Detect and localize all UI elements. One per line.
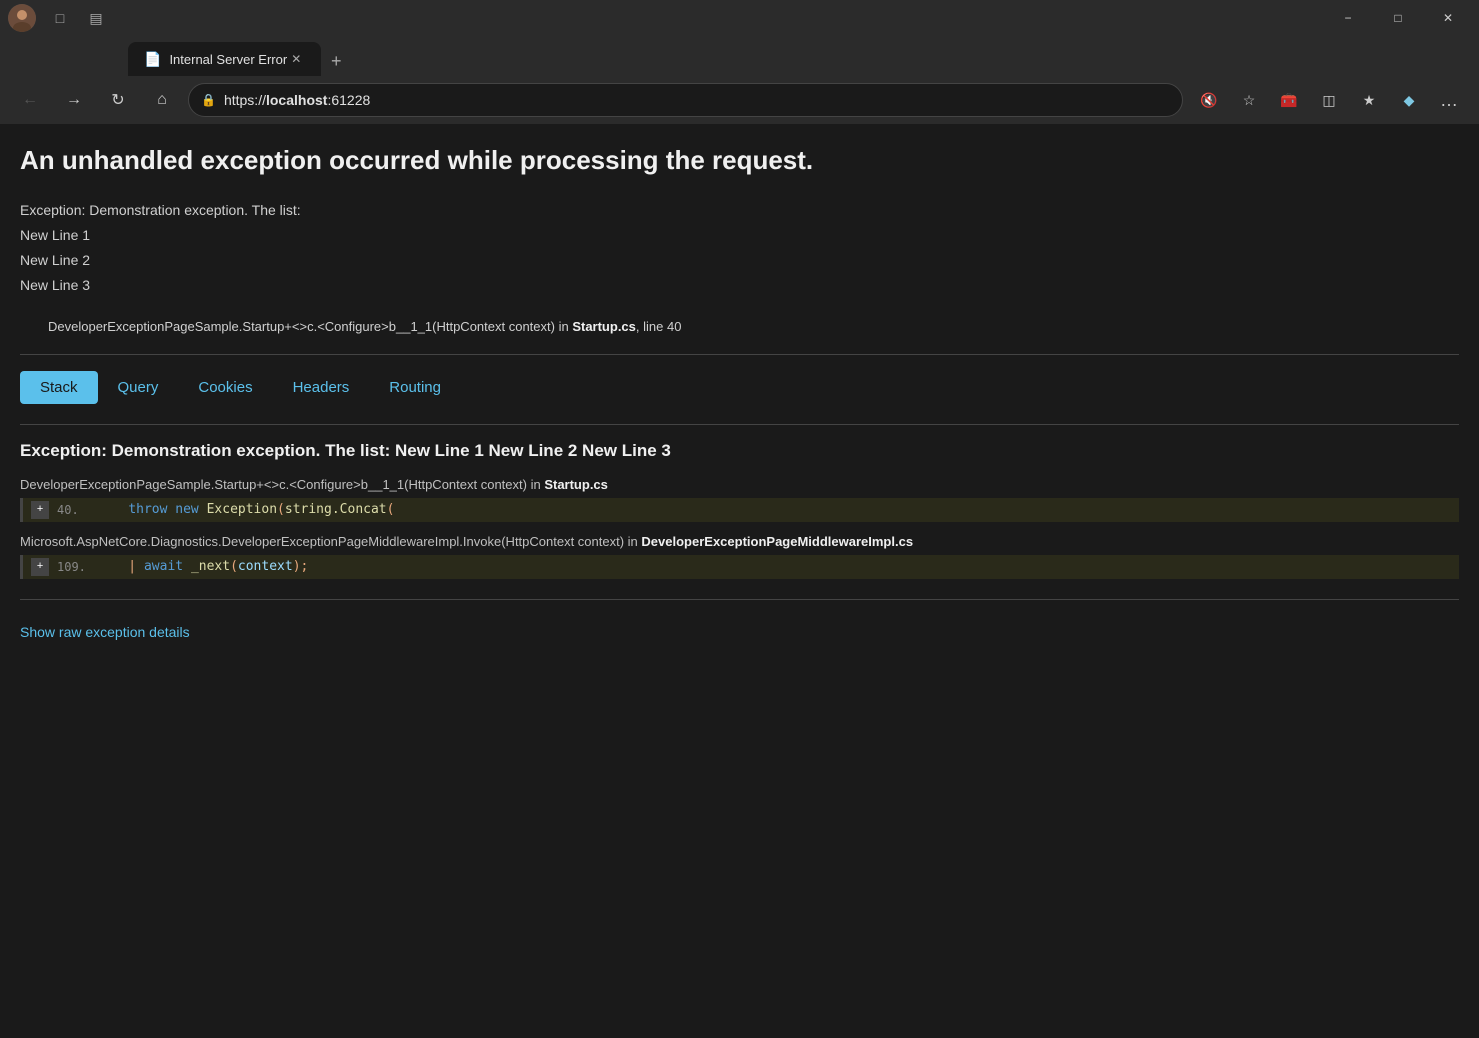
show-raw-exception-link[interactable]: Show raw exception details bbox=[20, 624, 190, 640]
stack-exception-title: Exception: Demonstration exception. The … bbox=[20, 441, 1459, 461]
fn-concat: string.Concat bbox=[285, 502, 387, 517]
more-button[interactable]: … bbox=[1431, 82, 1467, 118]
url-port: :61228 bbox=[327, 92, 370, 108]
code-line-2: + 109. | await _next(context); bbox=[23, 555, 1459, 579]
keyword-await: await bbox=[144, 559, 183, 574]
main-heading: An unhandled exception occurred while pr… bbox=[20, 144, 1459, 178]
copilot-button[interactable]: ◆ bbox=[1391, 82, 1427, 118]
stack-frame-2-header: Microsoft.AspNetCore.Diagnostics.Develop… bbox=[20, 530, 1459, 551]
tab-bar: 📄 Internal Server Error ✕ + bbox=[0, 36, 1479, 76]
back-button[interactable]: ← bbox=[12, 82, 48, 118]
maximize-button[interactable]: □ bbox=[1375, 2, 1421, 34]
extensions-button[interactable]: 🧰 bbox=[1271, 82, 1307, 118]
exception-line-2: New Line 2 bbox=[20, 248, 1459, 273]
code-line-num-1: 40. bbox=[57, 503, 97, 517]
stack-frame-2: Microsoft.AspNetCore.Diagnostics.Develop… bbox=[20, 530, 1459, 579]
code-line-1: + 40. throw new Exception(string.Concat( bbox=[23, 498, 1459, 522]
forward-button[interactable]: → bbox=[56, 82, 92, 118]
code-line-num-2: 109. bbox=[57, 560, 97, 574]
avatar bbox=[8, 4, 36, 32]
page-icon: 📄 bbox=[144, 51, 161, 68]
stack-frame-1-location: DeveloperExceptionPageSample.Startup+<>c… bbox=[20, 477, 544, 492]
nav-bar: ← → ↻ ⌂ 🔒 https://localhost:61228 🔇 ☆ 🧰 … bbox=[0, 76, 1479, 124]
exception-line-number: line 40 bbox=[643, 319, 681, 334]
new-tab-button[interactable]: + bbox=[321, 46, 351, 76]
divider-1 bbox=[20, 354, 1459, 355]
favorites-button[interactable]: ☆ bbox=[1231, 82, 1267, 118]
url-host: localhost bbox=[266, 92, 327, 108]
url-text: https://localhost:61228 bbox=[224, 92, 370, 108]
tab-routing[interactable]: Routing bbox=[369, 371, 461, 404]
close-button[interactable]: ✕ bbox=[1425, 2, 1471, 34]
keyword-throw: throw bbox=[128, 502, 167, 517]
new-window-button[interactable]: □ bbox=[44, 4, 76, 32]
exception-line-3: New Line 3 bbox=[20, 273, 1459, 298]
read-aloud-button[interactable]: 🔇 bbox=[1191, 82, 1227, 118]
exception-location-text: DeveloperExceptionPageSample.Startup+<>c… bbox=[48, 319, 572, 334]
code-content-2: | await _next(context); bbox=[97, 559, 308, 574]
tab-headers[interactable]: Headers bbox=[273, 371, 370, 404]
code-block-2: + 109. | await _next(context); bbox=[20, 555, 1459, 579]
exception-location: DeveloperExceptionPageSample.Startup+<>c… bbox=[48, 319, 1459, 334]
keyword-new: new bbox=[175, 502, 198, 517]
minimize-button[interactable]: − bbox=[1325, 2, 1371, 34]
exception-info: Exception: Demonstration exception. The … bbox=[20, 198, 1459, 299]
stack-frame-1-file: Startup.cs bbox=[544, 477, 608, 492]
code-block-1: + 40. throw new Exception(string.Concat( bbox=[20, 498, 1459, 522]
tab-query[interactable]: Query bbox=[98, 371, 179, 404]
fn-exception: Exception bbox=[207, 502, 277, 517]
exception-line-1: New Line 1 bbox=[20, 223, 1459, 248]
tab-navigation: Stack Query Cookies Headers Routing bbox=[20, 371, 1459, 404]
tab-menu-button[interactable]: ▤ bbox=[80, 4, 112, 32]
expand-button-1[interactable]: + bbox=[31, 501, 49, 519]
browser-tab[interactable]: 📄 Internal Server Error ✕ bbox=[128, 42, 321, 76]
expand-button-2[interactable]: + bbox=[31, 558, 49, 576]
fn-next: _next bbox=[191, 559, 230, 574]
divider-3 bbox=[20, 599, 1459, 600]
title-bar: □ ▤ − □ ✕ bbox=[0, 0, 1479, 36]
stack-frame-1: DeveloperExceptionPageSample.Startup+<>c… bbox=[20, 473, 1459, 522]
tab-stack[interactable]: Stack bbox=[20, 371, 98, 404]
tab-title: Internal Server Error bbox=[169, 52, 287, 67]
window-controls: − □ ✕ bbox=[1325, 2, 1471, 34]
stack-frame-2-location: Microsoft.AspNetCore.Diagnostics.Develop… bbox=[20, 534, 641, 549]
stack-frame-1-header: DeveloperExceptionPageSample.Startup+<>c… bbox=[20, 473, 1459, 494]
exception-prefix: Exception: Demonstration exception. The … bbox=[20, 198, 1459, 223]
stack-frame-2-file: DeveloperExceptionPageMiddlewareImpl.cs bbox=[641, 534, 913, 549]
exception-file: Startup.cs bbox=[572, 319, 636, 334]
code-content-1: throw new Exception(string.Concat( bbox=[97, 502, 394, 517]
collections-button[interactable]: ★ bbox=[1351, 82, 1387, 118]
divider-2 bbox=[20, 424, 1459, 425]
browser-chrome: □ ▤ − □ ✕ 📄 Internal Server Error ✕ + ← … bbox=[0, 0, 1479, 124]
page-content: An unhandled exception occurred while pr… bbox=[0, 124, 1479, 924]
lock-icon: 🔒 bbox=[201, 93, 216, 107]
nav-tools: 🔇 ☆ 🧰 ◫ ★ ◆ … bbox=[1191, 82, 1467, 118]
address-bar[interactable]: 🔒 https://localhost:61228 bbox=[188, 83, 1183, 117]
tab-cookies[interactable]: Cookies bbox=[178, 371, 272, 404]
split-view-button[interactable]: ◫ bbox=[1311, 82, 1347, 118]
home-button[interactable]: ⌂ bbox=[144, 82, 180, 118]
stack-section: Exception: Demonstration exception. The … bbox=[20, 441, 1459, 579]
refresh-button[interactable]: ↻ bbox=[100, 82, 136, 118]
tab-close-button[interactable]: ✕ bbox=[287, 50, 305, 68]
